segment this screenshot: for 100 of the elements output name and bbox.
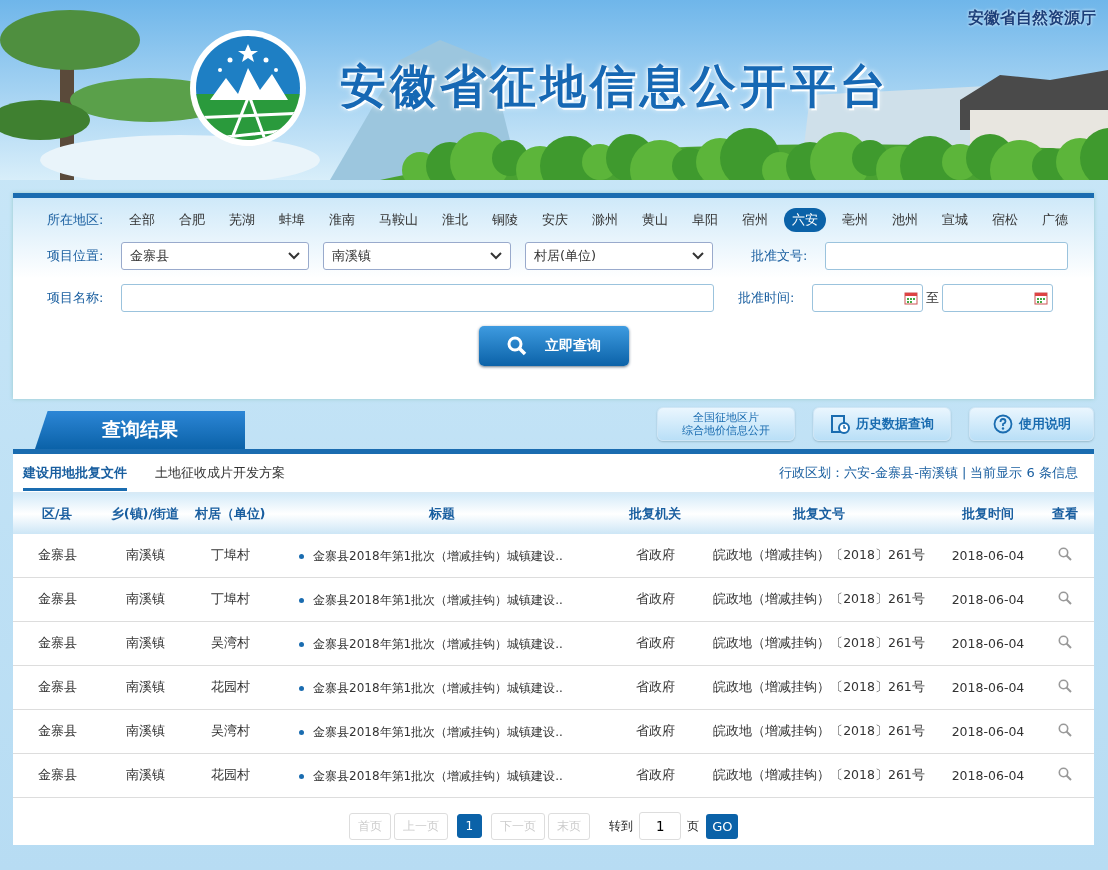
region-link[interactable]: 宿松 [984,208,1026,232]
region-link[interactable]: 蚌埠 [271,208,313,232]
column-header: 区/县 [13,494,101,534]
site-title: 安徽省征地信息公开平台 [340,58,890,115]
table-cell: 花园村 [189,665,271,710]
date-separator: 至 [926,289,939,307]
table-cell: 省政府 [613,534,697,578]
tab[interactable]: 建设用地批复文件 [23,455,127,491]
dropdown[interactable]: 村居(单位) [525,242,713,270]
table-cell: 2018-06-04 [941,577,1035,622]
link-button[interactable]: 历史数据查询 [813,407,951,441]
input-field[interactable] [121,284,714,312]
table-cell: 南溪镇 [101,534,189,578]
page-input[interactable]: 1 [639,812,682,840]
help-icon [992,414,1013,434]
table-cell: 2018-06-04 [941,709,1035,754]
link-button[interactable]: 使用说明 [969,407,1094,441]
table-cell: 皖政地（增减挂钩）〔2018〕261号 [697,709,941,754]
table-cell: 南溪镇 [101,709,189,754]
search-icon[interactable] [1057,723,1072,737]
dropdown[interactable]: 南溪镇 [323,242,511,270]
field-label: 批准文号: [751,247,809,265]
region-link[interactable]: 淮北 [434,208,476,232]
region-link[interactable]: 安庆 [534,208,576,232]
field-label: 批准时间: [738,289,796,307]
result-summary: 行政区划：六安-金寨县-南溪镇 | 当前显示 6 条信息 [779,464,1078,482]
table-cell: 金寨县 [13,753,101,798]
table-cell: 南溪镇 [101,621,189,666]
column-header: 批复机关 [613,494,697,534]
title-link[interactable]: 金寨县2018年第1批次（增减挂钩）城镇建设.. [313,679,563,697]
column-header: 查看 [1035,494,1094,534]
table-cell: 省政府 [613,577,697,622]
tab[interactable]: 土地征收成片开发方案 [155,455,285,491]
table-cell: 2018-06-04 [941,753,1035,798]
bullet-icon [299,729,304,735]
table-cell: 南溪镇 [101,753,189,798]
date-field[interactable] [812,284,923,312]
region-link[interactable]: 宿州 [734,208,776,232]
search-icon[interactable] [1057,679,1072,693]
field-label: 项目位置: [47,247,105,265]
table-cell: 丁埠村 [189,577,271,622]
search-icon[interactable] [1057,591,1072,605]
table-cell: 皖政地（增减挂钩）〔2018〕261号 [697,753,941,798]
go-button[interactable]: GO [706,813,739,839]
caret-icon [288,252,300,260]
table-cell: 金寨县 [13,665,101,710]
table-cell: 南溪镇 [101,665,189,710]
region-link[interactable]: 全部 [121,208,163,232]
region-link[interactable]: 六安 [784,208,826,232]
table-cell: 金寨县 [13,621,101,666]
column-header: 标题 [271,494,613,534]
search-icon[interactable] [1057,767,1072,781]
column-header: 村居（单位) [189,494,271,534]
region-link[interactable]: 芜湖 [221,208,263,232]
title-link[interactable]: 金寨县2018年第1批次（增减挂钩）城镇建设.. [313,767,563,785]
region-link[interactable]: 宣城 [934,208,976,232]
document-clock-icon [830,414,850,434]
table-cell: 吴湾村 [189,709,271,754]
region-link[interactable]: 亳州 [834,208,876,232]
link-button[interactable]: 全国征地区片 综合地价信息公开 [657,407,795,441]
field-label: 项目名称: [47,289,105,307]
region-link[interactable]: 阜阳 [684,208,726,232]
page-button[interactable]: 1 [456,814,483,838]
region-link[interactable]: 铜陵 [484,208,526,232]
table-cell: 金寨县 [13,534,101,578]
search-button[interactable]: 立即查询 [478,326,629,366]
region-link[interactable]: 池州 [884,208,926,232]
region-link[interactable]: 淮南 [321,208,363,232]
table-cell: 南溪镇 [101,577,189,622]
date-field[interactable] [942,284,1053,312]
title-link[interactable]: 金寨县2018年第1批次（增减挂钩）城镇建设.. [313,591,563,609]
calendar-icon [1034,291,1048,305]
calendar-icon [904,291,918,305]
title-link[interactable]: 金寨县2018年第1批次（增减挂钩）城镇建设.. [313,723,563,741]
title-link[interactable]: 金寨县2018年第1批次（增减挂钩）城镇建设.. [313,635,563,653]
search-icon [506,336,527,356]
table-cell: 金寨县 [13,577,101,622]
table-cell: 省政府 [613,753,697,798]
search-icon[interactable] [1057,547,1072,561]
title-link[interactable]: 金寨县2018年第1批次（增减挂钩）城镇建设.. [313,547,563,565]
table-cell: 花园村 [189,753,271,798]
input-field[interactable] [825,242,1068,270]
table-cell: 皖政地（增减挂钩）〔2018〕261号 [697,665,941,710]
bullet-icon [299,685,304,691]
pager-label: 页 [687,817,700,835]
table-cell: 丁埠村 [189,534,271,578]
dropdown[interactable]: 金寨县 [121,242,309,270]
region-link[interactable]: 广德 [1034,208,1076,232]
region-link[interactable]: 黄山 [634,208,676,232]
search-icon[interactable] [1057,635,1072,649]
region-link[interactable]: 合肥 [171,208,213,232]
column-header: 批复时间 [941,494,1035,534]
logo-icon [188,28,308,148]
bullet-icon [299,773,304,779]
region-link[interactable]: 马鞍山 [371,208,426,232]
region-link[interactable]: 滁州 [584,208,626,232]
bullet-icon [299,641,304,647]
bullet-icon [299,553,304,559]
field-label: 所在地区: [47,211,105,229]
column-header: 乡(镇)/街道 [101,494,189,534]
